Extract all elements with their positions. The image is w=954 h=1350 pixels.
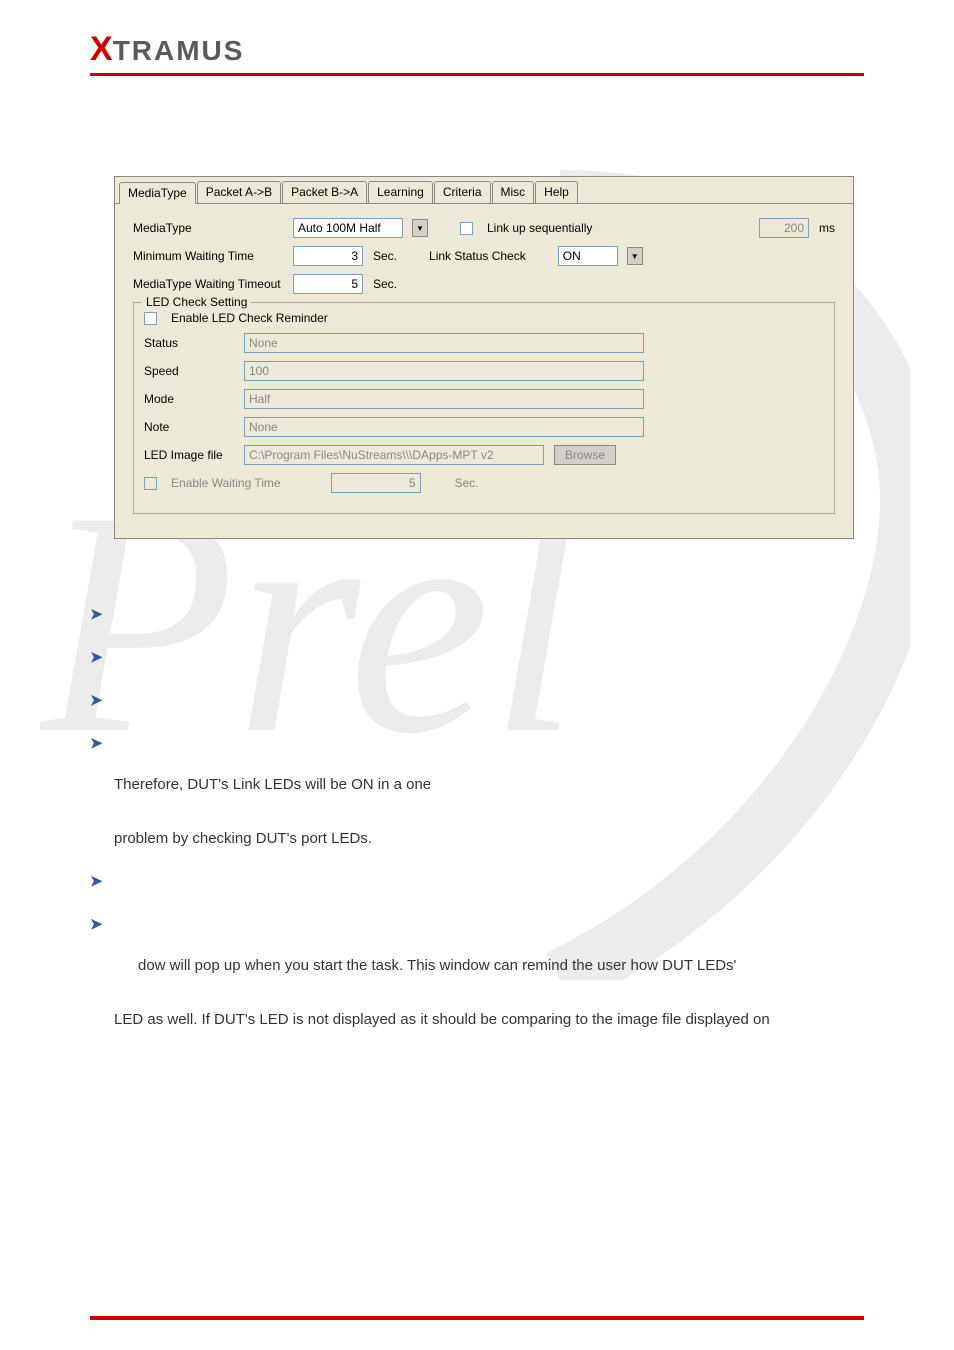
browse-button[interactable]: Browse	[554, 445, 616, 465]
footer-rule	[90, 1316, 864, 1320]
sec-unit-2: Sec.	[373, 277, 397, 291]
doc-line-3: dow will pop up when you start the task.…	[138, 952, 864, 979]
led-group-title: LED Check Setting	[142, 295, 251, 309]
tab-misc[interactable]: Misc	[492, 181, 535, 203]
note-input[interactable]	[244, 417, 644, 437]
tab-criteria[interactable]: Criteria	[434, 181, 491, 203]
doc-line-2: problem by checking DUT's port LEDs.	[114, 825, 864, 852]
header-rule	[90, 73, 864, 76]
link-up-sequentially-checkbox[interactable]	[460, 222, 473, 235]
bullet-icon: ➤	[90, 730, 103, 757]
mt-waiting-timeout-input[interactable]	[293, 274, 363, 294]
doc-line-1: Therefore, DUT's Link LEDs will be ON in…	[114, 771, 864, 798]
link-status-check-label: Link Status Check	[429, 249, 526, 263]
tab-mediatype[interactable]: MediaType	[119, 182, 196, 204]
chevron-down-icon[interactable]: ▼	[412, 219, 428, 237]
status-input[interactable]	[244, 333, 644, 353]
speed-input[interactable]	[244, 361, 644, 381]
ms-unit-label: ms	[819, 221, 835, 235]
speed-label: Speed	[144, 364, 234, 378]
enable-led-check-reminder-label: Enable LED Check Reminder	[171, 311, 328, 325]
bullet-icon: ➤	[90, 868, 103, 895]
settings-dialog: MediaType Packet A->B Packet B->A Learni…	[114, 176, 854, 539]
led-image-file-input[interactable]	[244, 445, 544, 465]
mediatype-label: MediaType	[133, 221, 283, 235]
logo-x: X	[90, 30, 113, 68]
mode-input[interactable]	[244, 389, 644, 409]
bullet-icon: ➤	[90, 687, 103, 714]
tab-bar: MediaType Packet A->B Packet B->A Learni…	[115, 177, 853, 204]
tab-packet-ab[interactable]: Packet A->B	[197, 181, 281, 203]
led-check-setting-group: LED Check Setting Enable LED Check Remin…	[133, 302, 835, 514]
bullet-icon: ➤	[90, 911, 103, 938]
sec-unit-3: Sec.	[455, 476, 479, 490]
enable-waiting-time-checkbox[interactable]	[144, 477, 157, 490]
led-image-file-label: LED Image file	[144, 448, 234, 462]
mt-waiting-timeout-label: MediaType Waiting Timeout	[133, 277, 283, 291]
logo-rest: TRAMUS	[113, 35, 245, 66]
tab-help[interactable]: Help	[535, 181, 578, 203]
bullet-icon: ➤	[90, 644, 103, 671]
enable-led-check-reminder-checkbox[interactable]	[144, 312, 157, 325]
mode-label: Mode	[144, 392, 234, 406]
link-up-seq-ms-input[interactable]	[759, 218, 809, 238]
tab-packet-ba[interactable]: Packet B->A	[282, 181, 367, 203]
mediatype-select[interactable]	[293, 218, 403, 238]
enable-waiting-time-label: Enable Waiting Time	[171, 476, 281, 490]
min-waiting-time-label: Minimum Waiting Time	[133, 249, 283, 263]
min-waiting-time-input[interactable]	[293, 246, 363, 266]
sec-unit-1: Sec.	[373, 249, 397, 263]
link-status-check-select[interactable]	[558, 246, 618, 266]
chevron-down-icon[interactable]: ▼	[627, 247, 643, 265]
document-body: ➤ ➤ ➤ ➤ Therefore, DUT's Link LEDs will …	[90, 599, 864, 1033]
bullet-icon: ➤	[90, 601, 103, 628]
enable-waiting-time-input[interactable]	[331, 473, 421, 493]
link-up-sequentially-label: Link up sequentially	[487, 221, 592, 235]
note-label: Note	[144, 420, 234, 434]
status-label: Status	[144, 336, 234, 350]
doc-line-4: LED as well. If DUT's LED is not display…	[114, 1006, 864, 1033]
brand-logo: XTRAMUS	[90, 30, 864, 69]
tab-learning[interactable]: Learning	[368, 181, 433, 203]
